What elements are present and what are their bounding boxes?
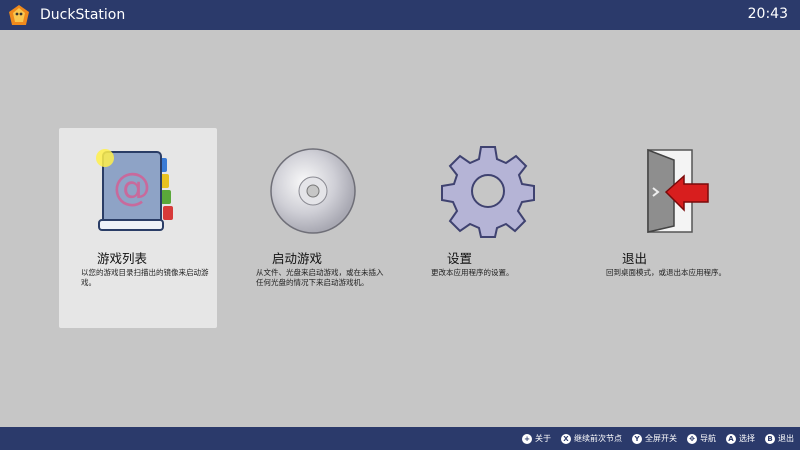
- a-button-icon: A: [726, 433, 736, 444]
- menu-desc-settings: 更改本应用程序的设置。: [431, 268, 514, 277]
- duckstation-logo-icon: [9, 5, 29, 25]
- title-bar: DuckStation 20:43: [0, 0, 800, 30]
- menu-desc-exit: 回到桌面模式，或退出本应用程序。: [606, 268, 726, 277]
- hint-fullscreen[interactable]: Y 全屏开关: [632, 433, 677, 444]
- address-book-icon: @: [91, 144, 185, 238]
- exit-door-icon: [616, 144, 710, 238]
- hint-about[interactable]: + 关于: [522, 433, 551, 444]
- menu-label-settings: 设置: [447, 251, 473, 266]
- menu-label-exit: 退出: [622, 251, 648, 266]
- menu-desc-start-game: 从文件、光盘来启动游戏，或在未插入任何光盘的情况下来启动游戏机。: [256, 268, 384, 287]
- menu-tile-start-game[interactable]: 启动游戏 从文件、光盘来启动游戏，或在未插入任何光盘的情况下来启动游戏机。: [234, 128, 392, 328]
- hint-label: 继续前次节点: [574, 434, 622, 443]
- hint-label: 全屏开关: [645, 434, 677, 443]
- hint-label: 选择: [739, 434, 755, 443]
- hint-label: 导航: [700, 434, 716, 443]
- hint-label: 关于: [535, 434, 551, 443]
- plus-button-icon: +: [522, 433, 532, 444]
- disc-icon: [266, 144, 360, 238]
- y-button-icon: Y: [632, 433, 642, 444]
- svg-text:@: @: [113, 165, 151, 209]
- hint-resume[interactable]: X 继续前次节点: [561, 433, 622, 444]
- x-button-icon: X: [561, 433, 571, 444]
- menu-label-start-game: 启动游戏: [272, 251, 323, 266]
- hint-back[interactable]: B 退出: [765, 433, 794, 444]
- menu-tile-exit[interactable]: 退出 回到桌面模式，或退出本应用程序。: [584, 128, 742, 328]
- hint-navigate[interactable]: ✥ 导航: [687, 433, 716, 444]
- menu-label-game-list: 游戏列表: [97, 251, 148, 266]
- b-button-icon: B: [765, 433, 775, 444]
- menu-tile-settings[interactable]: 设置 更改本应用程序的设置。: [409, 128, 567, 328]
- gear-icon: [441, 144, 535, 238]
- button-hints-bar: + 关于 X 继续前次节点 Y 全屏开关 ✥ 导航 A 选择 B 退出: [0, 427, 800, 450]
- menu-desc-game-list: 以您的游戏目录扫描出的镜像来启动游戏。: [81, 268, 209, 287]
- hint-select[interactable]: A 选择: [726, 433, 755, 444]
- app-title: DuckStation: [40, 7, 126, 23]
- hint-label: 退出: [778, 434, 794, 443]
- menu-tile-game-list[interactable]: @ 游戏列表 以您的游戏目录扫描出的镜像来启动游戏。: [59, 128, 217, 328]
- clock: 20:43: [747, 6, 788, 22]
- dpad-icon: ✥: [687, 433, 697, 444]
